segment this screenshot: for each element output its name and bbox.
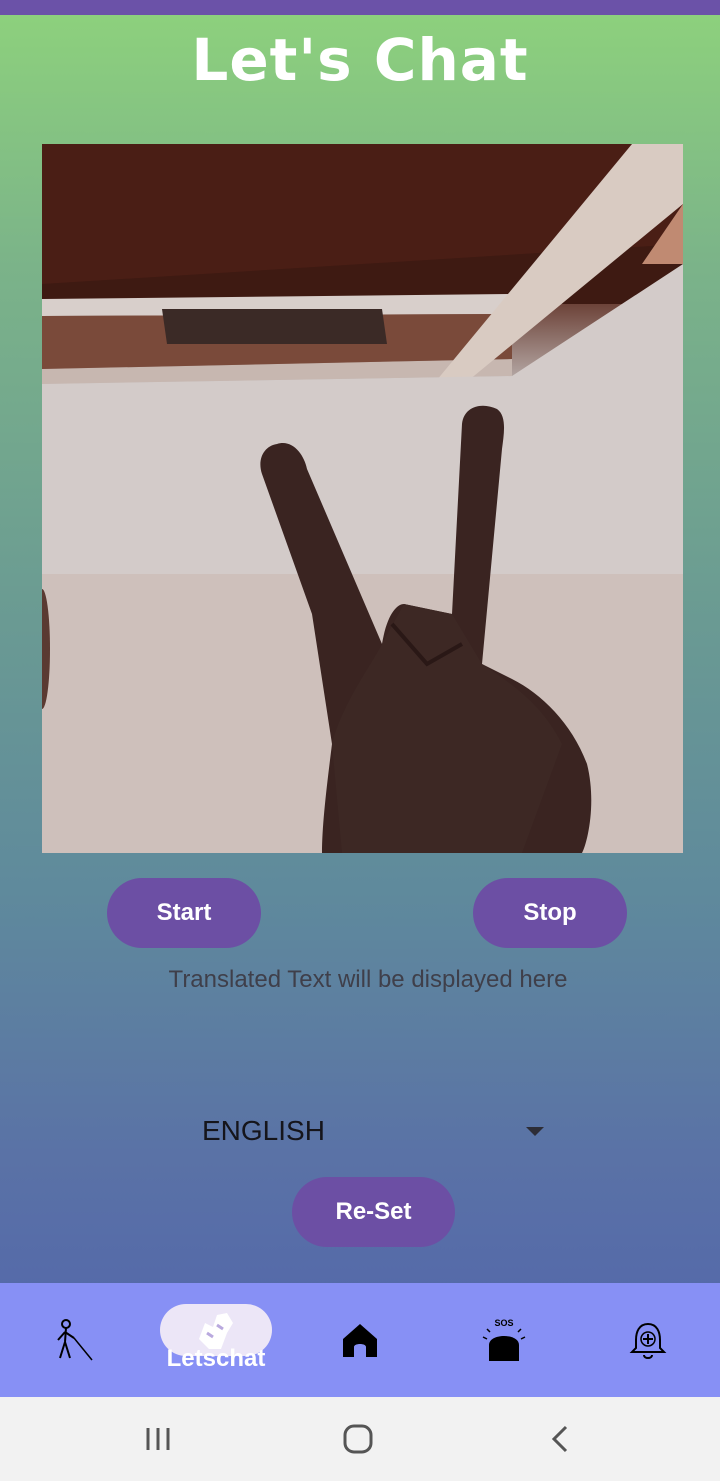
blind-person-icon — [57, 1319, 93, 1361]
dropdown-caret-icon — [526, 1126, 544, 1136]
bottom-navigation: Letschat SOS — [0, 1283, 720, 1397]
status-bar — [0, 0, 720, 15]
sos-alarm-icon: SOS — [482, 1318, 526, 1361]
system-navigation-bar — [0, 1397, 720, 1481]
camera-preview — [42, 144, 683, 853]
language-selected: ENGLISH — [202, 1115, 325, 1146]
medical-bell-icon — [629, 1322, 667, 1359]
language-dropdown[interactable]: ENGLISH — [202, 1108, 552, 1154]
back-icon — [551, 1425, 568, 1453]
nav-blind-assist[interactable] — [2, 1283, 146, 1397]
start-button[interactable]: Start — [107, 878, 261, 948]
nav-home[interactable] — [288, 1283, 432, 1397]
reset-button[interactable]: Re-Set — [292, 1177, 455, 1247]
recent-apps-button[interactable] — [128, 1419, 188, 1459]
recent-apps-icon — [146, 1428, 170, 1450]
nav-letschat[interactable] — [144, 1283, 288, 1397]
home-circle-icon — [343, 1424, 373, 1454]
translated-text: Translated Text will be displayed here — [168, 966, 568, 993]
system-home-button[interactable] — [328, 1419, 388, 1459]
nav-medical-alert[interactable] — [576, 1283, 720, 1397]
nav-letschat-label: Letschat — [166, 1345, 266, 1372]
page-title: Let's Chat — [191, 26, 529, 94]
nav-sos[interactable]: SOS — [432, 1283, 576, 1397]
system-back-button[interactable] — [530, 1419, 590, 1459]
svg-text:SOS: SOS — [494, 1318, 513, 1328]
stop-button[interactable]: Stop — [473, 878, 627, 948]
home-icon — [343, 1324, 377, 1357]
